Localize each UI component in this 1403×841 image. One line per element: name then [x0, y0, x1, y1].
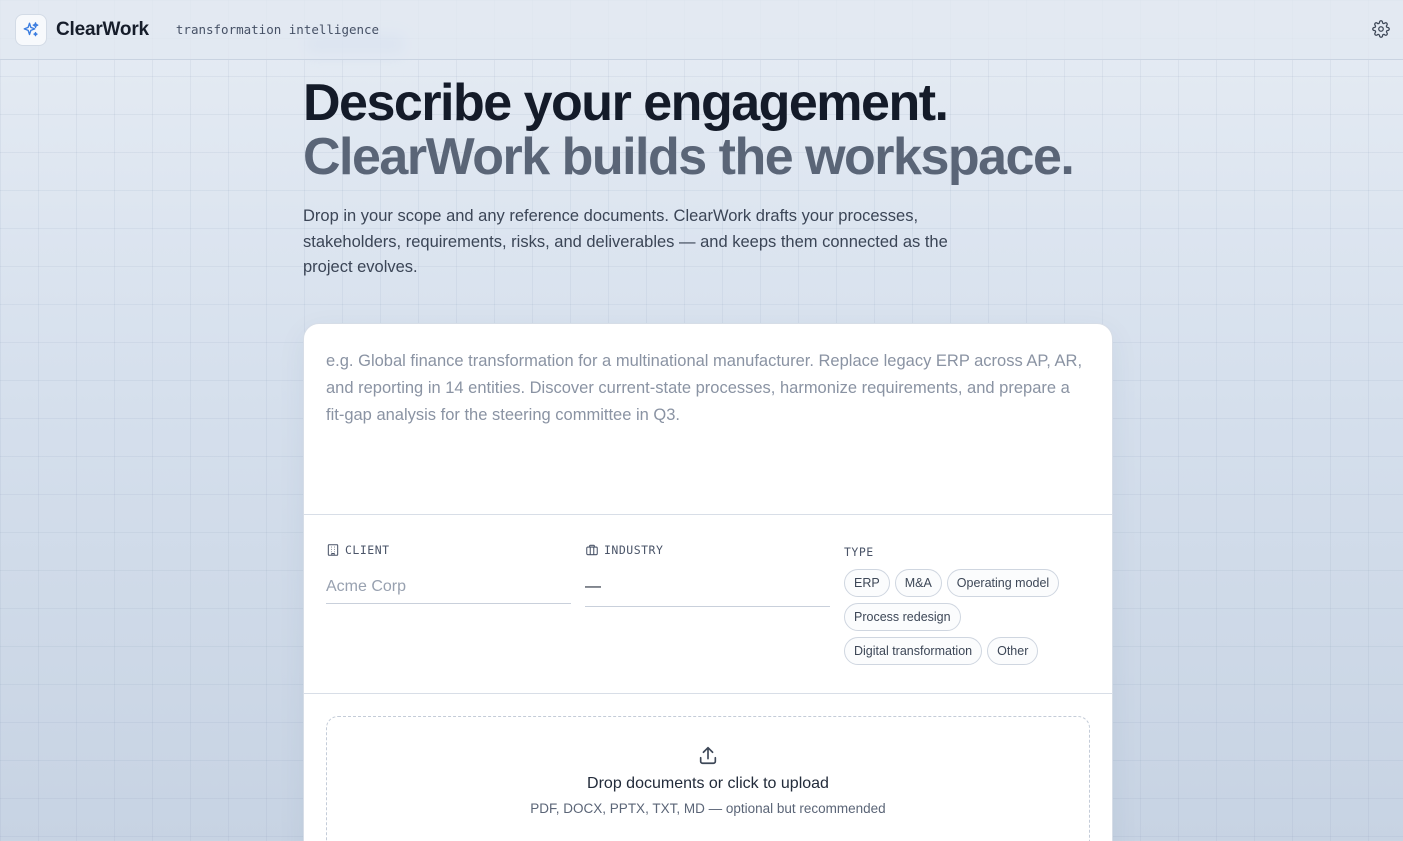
hero: Describe your engagement. ClearWork buil…	[303, 76, 1133, 281]
engagement-form-card: CLIENT INDUSTRY — TYPE ERP M&A Operating…	[303, 323, 1113, 841]
top-bar: ClearWork transformation intelligence	[0, 0, 1403, 60]
type-label: TYPE	[844, 545, 874, 559]
brand-name: ClearWork	[56, 18, 149, 40]
engagement-meta: CLIENT INDUSTRY — TYPE ERP M&A Operating…	[304, 515, 1112, 693]
hero-description: Drop in your scope and any reference doc…	[303, 207, 948, 276]
hero-title-line1: Describe your engagement.	[303, 74, 949, 132]
briefcase-icon	[586, 544, 598, 556]
sparkle-icon	[23, 21, 39, 36]
brand-tagline: transformation intelligence	[175, 22, 380, 37]
client-field: CLIENT	[326, 541, 571, 693]
type-chip-mna[interactable]: M&A	[894, 569, 942, 597]
upload-dropzone[interactable]: Drop documents or click to upload PDF, D…	[326, 716, 1090, 841]
upload-subtitle: PDF, DOCX, PPTX, TXT, MD — optional but …	[530, 801, 886, 816]
hero-title-line2: ClearWork builds the workspace.	[303, 128, 1075, 186]
industry-select[interactable]: —	[585, 575, 830, 607]
type-chip-digital-transformation[interactable]: Digital transformation	[844, 637, 983, 665]
industry-label: INDUSTRY	[604, 543, 664, 557]
upload-section: Drop documents or click to upload PDF, D…	[304, 694, 1112, 841]
type-chip-operating-model[interactable]: Operating model	[946, 569, 1060, 597]
type-chip-erp[interactable]: ERP	[844, 569, 890, 597]
building-icon	[327, 544, 339, 556]
industry-field: INDUSTRY —	[585, 541, 830, 693]
type-chips: ERP M&A Operating model Process redesign…	[844, 569, 1069, 665]
gear-icon	[1372, 20, 1390, 38]
industry-label-row: INDUSTRY	[585, 541, 830, 559]
upload-icon	[699, 746, 717, 765]
type-field: TYPE ERP M&A Operating model Process red…	[844, 541, 1090, 693]
scope-textarea[interactable]	[304, 324, 1112, 514]
logo[interactable]	[15, 13, 47, 46]
client-label-row: CLIENT	[326, 541, 571, 559]
client-input[interactable]	[326, 575, 571, 604]
settings-button[interactable]	[1370, 18, 1392, 40]
type-chip-other[interactable]: Other	[987, 637, 1039, 665]
client-label: CLIENT	[345, 543, 390, 557]
type-chip-process-redesign[interactable]: Process redesign	[844, 603, 961, 631]
upload-title: Drop documents or click to upload	[587, 775, 829, 792]
